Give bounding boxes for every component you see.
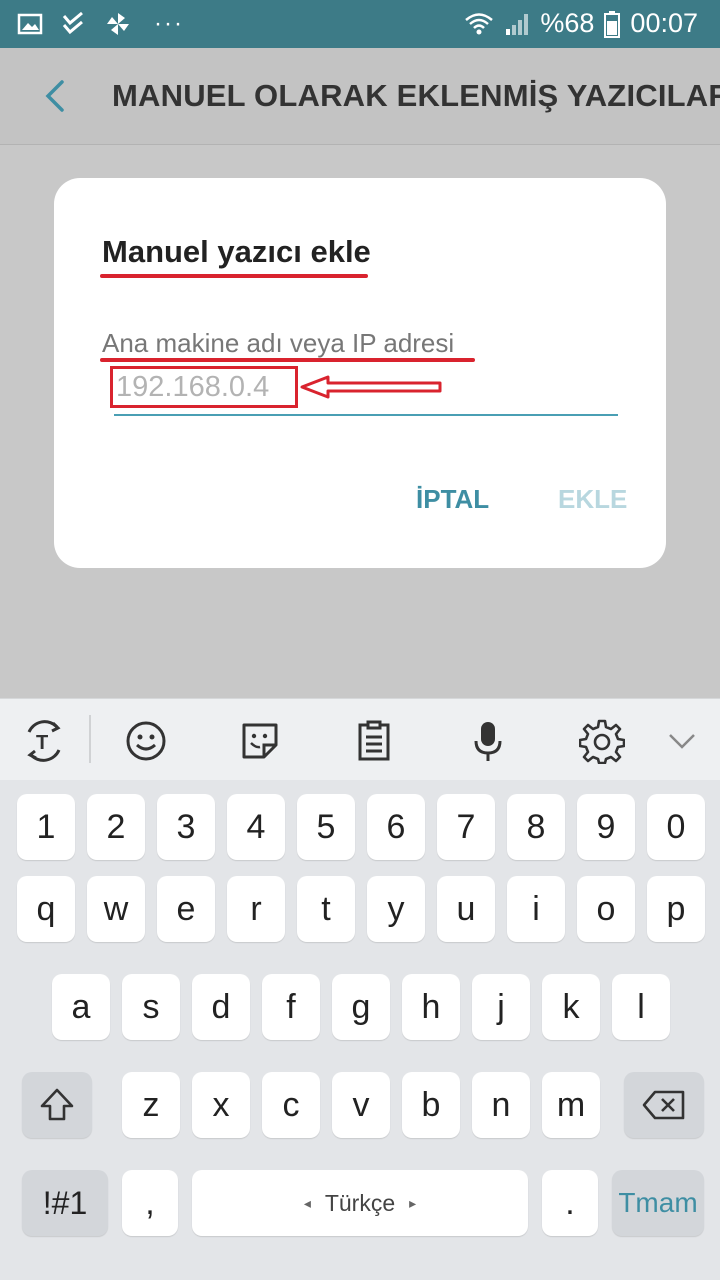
number-key[interactable]: 0 bbox=[647, 794, 705, 860]
letter-key[interactable]: e bbox=[157, 876, 215, 942]
cancel-button[interactable]: İPTAL bbox=[416, 484, 489, 515]
back-arrow-icon[interactable] bbox=[36, 76, 76, 116]
letter-key[interactable]: p bbox=[647, 876, 705, 942]
gallery-icon bbox=[17, 13, 43, 35]
sticker-icon[interactable] bbox=[236, 717, 284, 765]
letter-key[interactable]: y bbox=[367, 876, 425, 942]
input-underline bbox=[114, 414, 618, 416]
symbols-key[interactable]: !#1 bbox=[22, 1170, 108, 1236]
letter-key[interactable]: b bbox=[402, 1072, 460, 1138]
translate-icon[interactable]: T bbox=[20, 717, 68, 765]
backspace-icon bbox=[642, 1090, 685, 1120]
more-notifications: ··· bbox=[154, 10, 184, 37]
number-key[interactable]: 1 bbox=[17, 794, 75, 860]
signal-icon bbox=[506, 13, 529, 35]
letter-key[interactable]: k bbox=[542, 974, 600, 1040]
shift-key[interactable] bbox=[22, 1072, 92, 1138]
title-annotation-underline bbox=[100, 274, 368, 278]
page-title: MANUEL OLARAK EKLENMİŞ YAZICILAR bbox=[112, 78, 720, 113]
keyboard-toolbar: T bbox=[0, 698, 720, 781]
number-key[interactable]: 2 bbox=[87, 794, 145, 860]
language-left-icon: ◂ bbox=[303, 1194, 311, 1211]
letter-key[interactable]: v bbox=[332, 1072, 390, 1138]
number-key[interactable]: 7 bbox=[437, 794, 495, 860]
letter-key[interactable]: u bbox=[437, 876, 495, 942]
shift-arrow-icon bbox=[40, 1088, 74, 1121]
letter-key[interactable]: a bbox=[52, 974, 110, 1040]
letter-key[interactable]: i bbox=[507, 876, 565, 942]
letter-key[interactable]: j bbox=[472, 974, 530, 1040]
number-key[interactable]: 9 bbox=[577, 794, 635, 860]
svg-text:T: T bbox=[36, 732, 48, 754]
period-key[interactable]: . bbox=[542, 1170, 598, 1236]
letter-key[interactable]: w bbox=[87, 876, 145, 942]
add-printer-dialog: Manuel yazıcı ekle Ana makine adı veya I… bbox=[54, 178, 666, 568]
battery-icon bbox=[604, 10, 621, 38]
letter-key[interactable]: o bbox=[577, 876, 635, 942]
letter-key[interactable]: n bbox=[472, 1072, 530, 1138]
label-annotation-underline bbox=[100, 358, 475, 362]
letter-key[interactable]: l bbox=[612, 974, 670, 1040]
done-key[interactable]: Tmam bbox=[612, 1170, 704, 1236]
space-key[interactable]: ◂ Türkçe ▸ bbox=[192, 1170, 528, 1236]
letter-key[interactable]: s bbox=[122, 974, 180, 1040]
letter-key[interactable]: q bbox=[17, 876, 75, 942]
letter-key[interactable]: g bbox=[332, 974, 390, 1040]
collapse-keyboard-chevron-icon[interactable] bbox=[658, 717, 706, 765]
number-key[interactable]: 6 bbox=[367, 794, 425, 860]
letter-key[interactable]: z bbox=[122, 1072, 180, 1138]
comma-key[interactable]: , bbox=[122, 1170, 178, 1236]
letter-key[interactable]: h bbox=[402, 974, 460, 1040]
host-field-label: Ana makine adı veya IP adresi bbox=[102, 328, 455, 358]
battery-percent: %68 bbox=[540, 8, 595, 38]
microphone-icon[interactable] bbox=[464, 717, 512, 765]
backspace-key[interactable] bbox=[624, 1072, 704, 1138]
number-key[interactable]: 4 bbox=[227, 794, 285, 860]
add-button[interactable]: EKLE bbox=[558, 484, 627, 515]
toolbar-divider bbox=[89, 715, 91, 763]
app-bar: MANUEL OLARAK EKLENMİŞ YAZICILAR bbox=[0, 48, 720, 145]
number-key[interactable]: 8 bbox=[507, 794, 565, 860]
checklist-icon bbox=[62, 11, 83, 35]
settings-gear-icon[interactable] bbox=[578, 717, 626, 765]
annotation-arrow-icon bbox=[300, 375, 442, 399]
clipboard-icon[interactable] bbox=[350, 717, 398, 765]
language-right-icon: ▸ bbox=[409, 1194, 417, 1211]
space-language-label: Türkçe bbox=[324, 1189, 396, 1216]
pinwheel-icon bbox=[107, 13, 129, 35]
wifi-icon bbox=[465, 12, 494, 34]
letter-key[interactable]: d bbox=[192, 974, 250, 1040]
emoji-icon[interactable] bbox=[122, 717, 170, 765]
letter-key[interactable]: f bbox=[262, 974, 320, 1040]
status-bar: ··· %68 00:07 bbox=[0, 0, 720, 48]
number-key[interactable]: 5 bbox=[297, 794, 355, 860]
letter-key[interactable]: r bbox=[227, 876, 285, 942]
clock: 00:07 bbox=[630, 8, 698, 38]
dialog-title: Manuel yazıcı ekle bbox=[102, 234, 371, 269]
letter-key[interactable]: m bbox=[542, 1072, 600, 1138]
letter-key[interactable]: x bbox=[192, 1072, 250, 1138]
input-annotation-box bbox=[110, 366, 298, 408]
letter-key[interactable]: c bbox=[262, 1072, 320, 1138]
number-key[interactable]: 3 bbox=[157, 794, 215, 860]
letter-key[interactable]: t bbox=[297, 876, 355, 942]
keyboard: 1234567890 qwertyuiop asdfghjkl zxcvbnm … bbox=[0, 780, 720, 1280]
